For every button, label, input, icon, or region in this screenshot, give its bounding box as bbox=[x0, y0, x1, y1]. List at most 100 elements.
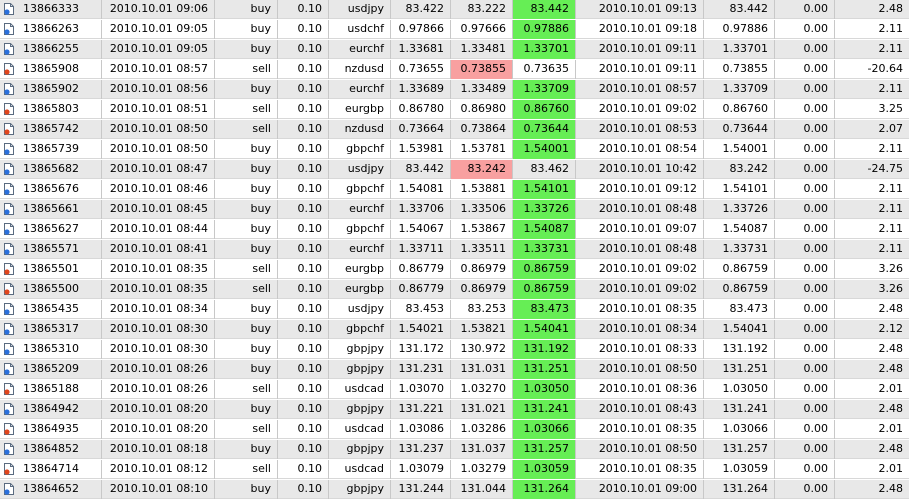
size-cell: 0.10 bbox=[278, 200, 329, 219]
profit-cell: 3.25 bbox=[878, 102, 904, 115]
table-row[interactable]: 13866263 2010.10.01 09:05 buy 0.10 usdchf 0.9… bbox=[0, 20, 909, 39]
commission-cell: 0.00 bbox=[775, 240, 835, 259]
take-profit-cell: 1.33709 bbox=[513, 80, 576, 99]
stop-loss-cell: 1.03279 bbox=[451, 460, 513, 479]
close-price-cell: 0.86759 bbox=[704, 280, 775, 299]
buy-order-icon bbox=[4, 23, 14, 35]
table-row[interactable]: 13865501 2010.10.01 08:35 sell 0.10 eurgbp 0.… bbox=[0, 260, 909, 279]
table-row[interactable]: 13865902 2010.10.01 08:56 buy 0.10 eurchf 1.3… bbox=[0, 80, 909, 99]
take-profit-cell: 1.03050 bbox=[513, 380, 576, 399]
buy-order-icon bbox=[4, 323, 14, 335]
ticket-cell: 13866333 bbox=[0, 0, 102, 19]
sell-order-icon bbox=[4, 103, 14, 115]
commission-cell: 0.00 bbox=[775, 220, 835, 239]
table-row[interactable]: 13864935 2010.10.01 08:20 sell 0.10 usdcad 1.… bbox=[0, 420, 909, 439]
open-time-cell: 2010.10.01 08:57 bbox=[102, 60, 215, 79]
size-cell: 0.10 bbox=[278, 240, 329, 259]
symbol-cell: eurchf bbox=[329, 240, 391, 259]
table-row[interactable]: 13865310 2010.10.01 08:30 buy 0.10 gbpjpy 131… bbox=[0, 340, 909, 359]
open-time-cell: 2010.10.01 08:35 bbox=[102, 260, 215, 279]
table-row[interactable]: 13865682 2010.10.01 08:47 buy 0.10 usdjpy 83.… bbox=[0, 160, 909, 179]
profit-cell: 2.01 bbox=[878, 422, 904, 435]
stop-loss-cell: 131.021 bbox=[451, 400, 513, 419]
buy-order-icon bbox=[4, 343, 14, 355]
table-row[interactable]: 13864852 2010.10.01 08:18 buy 0.10 gbpjpy 131… bbox=[0, 440, 909, 459]
take-profit-cell: 131.264 bbox=[513, 480, 576, 499]
symbol-cell: gbpchf bbox=[329, 220, 391, 239]
close-price-cell: 131.251 bbox=[704, 360, 775, 379]
profit-cell: 2.11 bbox=[878, 242, 904, 255]
symbol-cell: gbpjpy bbox=[329, 480, 391, 499]
symbol-cell: usdjpy bbox=[329, 0, 391, 19]
profit-cell: 2.01 bbox=[878, 462, 904, 475]
table-row[interactable]: 13865908 2010.10.01 08:57 sell 0.10 nzdusd 0.… bbox=[0, 60, 909, 79]
take-profit-cell: 0.97886 bbox=[513, 20, 576, 39]
table-row[interactable]: 13864942 2010.10.01 08:20 buy 0.10 gbpjpy 131… bbox=[0, 400, 909, 419]
take-profit-cell: 131.241 bbox=[513, 400, 576, 419]
close-time-cell: 2010.10.01 09:11 bbox=[576, 40, 704, 59]
profit-cell: -20.64 bbox=[867, 62, 903, 75]
commission-cell: 0.00 bbox=[775, 140, 835, 159]
open-time-cell: 2010.10.01 08:12 bbox=[102, 460, 215, 479]
commission-cell: 0.00 bbox=[775, 120, 835, 139]
profit-cell: 2.11 bbox=[878, 142, 904, 155]
table-row[interactable]: 13865188 2010.10.01 08:26 sell 0.10 usdcad 1.… bbox=[0, 380, 909, 399]
open-price-cell: 131.237 bbox=[391, 440, 451, 459]
close-price-cell: 83.442 bbox=[704, 0, 775, 19]
buy-order-icon bbox=[4, 143, 14, 155]
size-cell: 0.10 bbox=[278, 380, 329, 399]
stop-loss-cell: 0.86979 bbox=[451, 260, 513, 279]
profit-cell: 2.48 bbox=[878, 362, 904, 375]
stop-loss-cell: 1.53867 bbox=[451, 220, 513, 239]
table-row[interactable]: 13864652 2010.10.01 08:10 buy 0.10 gbpjpy 131… bbox=[0, 480, 909, 499]
open-price-cell: 1.54081 bbox=[391, 180, 451, 199]
size-cell: 0.10 bbox=[278, 420, 329, 439]
size-cell: 0.10 bbox=[278, 180, 329, 199]
table-row[interactable]: 13866255 2010.10.01 09:05 buy 0.10 eurchf 1.3… bbox=[0, 40, 909, 59]
table-row[interactable]: 13865209 2010.10.01 08:26 buy 0.10 gbpjpy 131… bbox=[0, 360, 909, 379]
table-row[interactable]: 13865742 2010.10.01 08:50 sell 0.10 nzdusd 0.… bbox=[0, 120, 909, 139]
commission-cell: 0.00 bbox=[775, 80, 835, 99]
take-profit-cell: 0.73644 bbox=[513, 120, 576, 139]
table-row[interactable]: 13865803 2010.10.01 08:51 sell 0.10 eurgbp 0.… bbox=[0, 100, 909, 119]
table-row[interactable]: 13865571 2010.10.01 08:41 buy 0.10 eurchf 1.3… bbox=[0, 240, 909, 259]
type-cell: sell bbox=[215, 380, 278, 399]
table-row[interactable]: 13865500 2010.10.01 08:35 sell 0.10 eurgbp 0.… bbox=[0, 280, 909, 299]
table-row[interactable]: 13865739 2010.10.01 08:50 buy 0.10 gbpchf 1.5… bbox=[0, 140, 909, 159]
type-cell: sell bbox=[215, 60, 278, 79]
take-profit-cell: 83.473 bbox=[513, 300, 576, 319]
stop-loss-cell: 83.242 bbox=[451, 160, 513, 179]
table-row[interactable]: 13865435 2010.10.01 08:34 buy 0.10 usdjpy 83.… bbox=[0, 300, 909, 319]
symbol-cell: usdchf bbox=[329, 20, 391, 39]
close-price-cell: 1.54001 bbox=[704, 140, 775, 159]
type-cell: buy bbox=[215, 200, 278, 219]
close-price-cell: 0.73855 bbox=[704, 60, 775, 79]
table-row[interactable]: 13865627 2010.10.01 08:44 buy 0.10 gbpchf 1.5… bbox=[0, 220, 909, 239]
take-profit-cell: 1.54101 bbox=[513, 180, 576, 199]
size-cell: 0.10 bbox=[278, 460, 329, 479]
sell-order-icon bbox=[4, 423, 14, 435]
table-row[interactable]: 13865676 2010.10.01 08:46 buy 0.10 gbpchf 1.5… bbox=[0, 180, 909, 199]
table-row[interactable]: 13865661 2010.10.01 08:45 buy 0.10 eurchf 1.3… bbox=[0, 200, 909, 219]
size-cell: 0.10 bbox=[278, 120, 329, 139]
type-cell: buy bbox=[215, 480, 278, 499]
commission-cell: 0.00 bbox=[775, 60, 835, 79]
ticket-cell: 13864942 bbox=[0, 400, 102, 419]
type-cell: sell bbox=[215, 100, 278, 119]
profit-cell: 2.07 bbox=[878, 122, 904, 135]
take-profit-cell: 0.73635 bbox=[513, 60, 576, 79]
close-price-cell: 131.192 bbox=[704, 340, 775, 359]
table-row[interactable]: 13866333 2010.10.01 09:06 buy 0.10 usdjpy 83.… bbox=[0, 0, 909, 19]
buy-order-icon bbox=[4, 363, 14, 375]
table-row[interactable]: 13865317 2010.10.01 08:30 buy 0.10 gbpchf 1.5… bbox=[0, 320, 909, 339]
open-time-cell: 2010.10.01 08:30 bbox=[102, 340, 215, 359]
size-cell: 0.10 bbox=[278, 340, 329, 359]
table-row[interactable]: 13864714 2010.10.01 08:12 sell 0.10 usdcad 1.… bbox=[0, 460, 909, 479]
close-time-cell: 2010.10.01 09:12 bbox=[576, 180, 704, 199]
close-price-cell: 131.241 bbox=[704, 400, 775, 419]
commission-cell: 0.00 bbox=[775, 400, 835, 419]
commission-cell: 0.00 bbox=[775, 160, 835, 179]
commission-cell: 0.00 bbox=[775, 200, 835, 219]
profit-cell: 2.48 bbox=[878, 2, 904, 15]
close-price-cell: 83.473 bbox=[704, 300, 775, 319]
